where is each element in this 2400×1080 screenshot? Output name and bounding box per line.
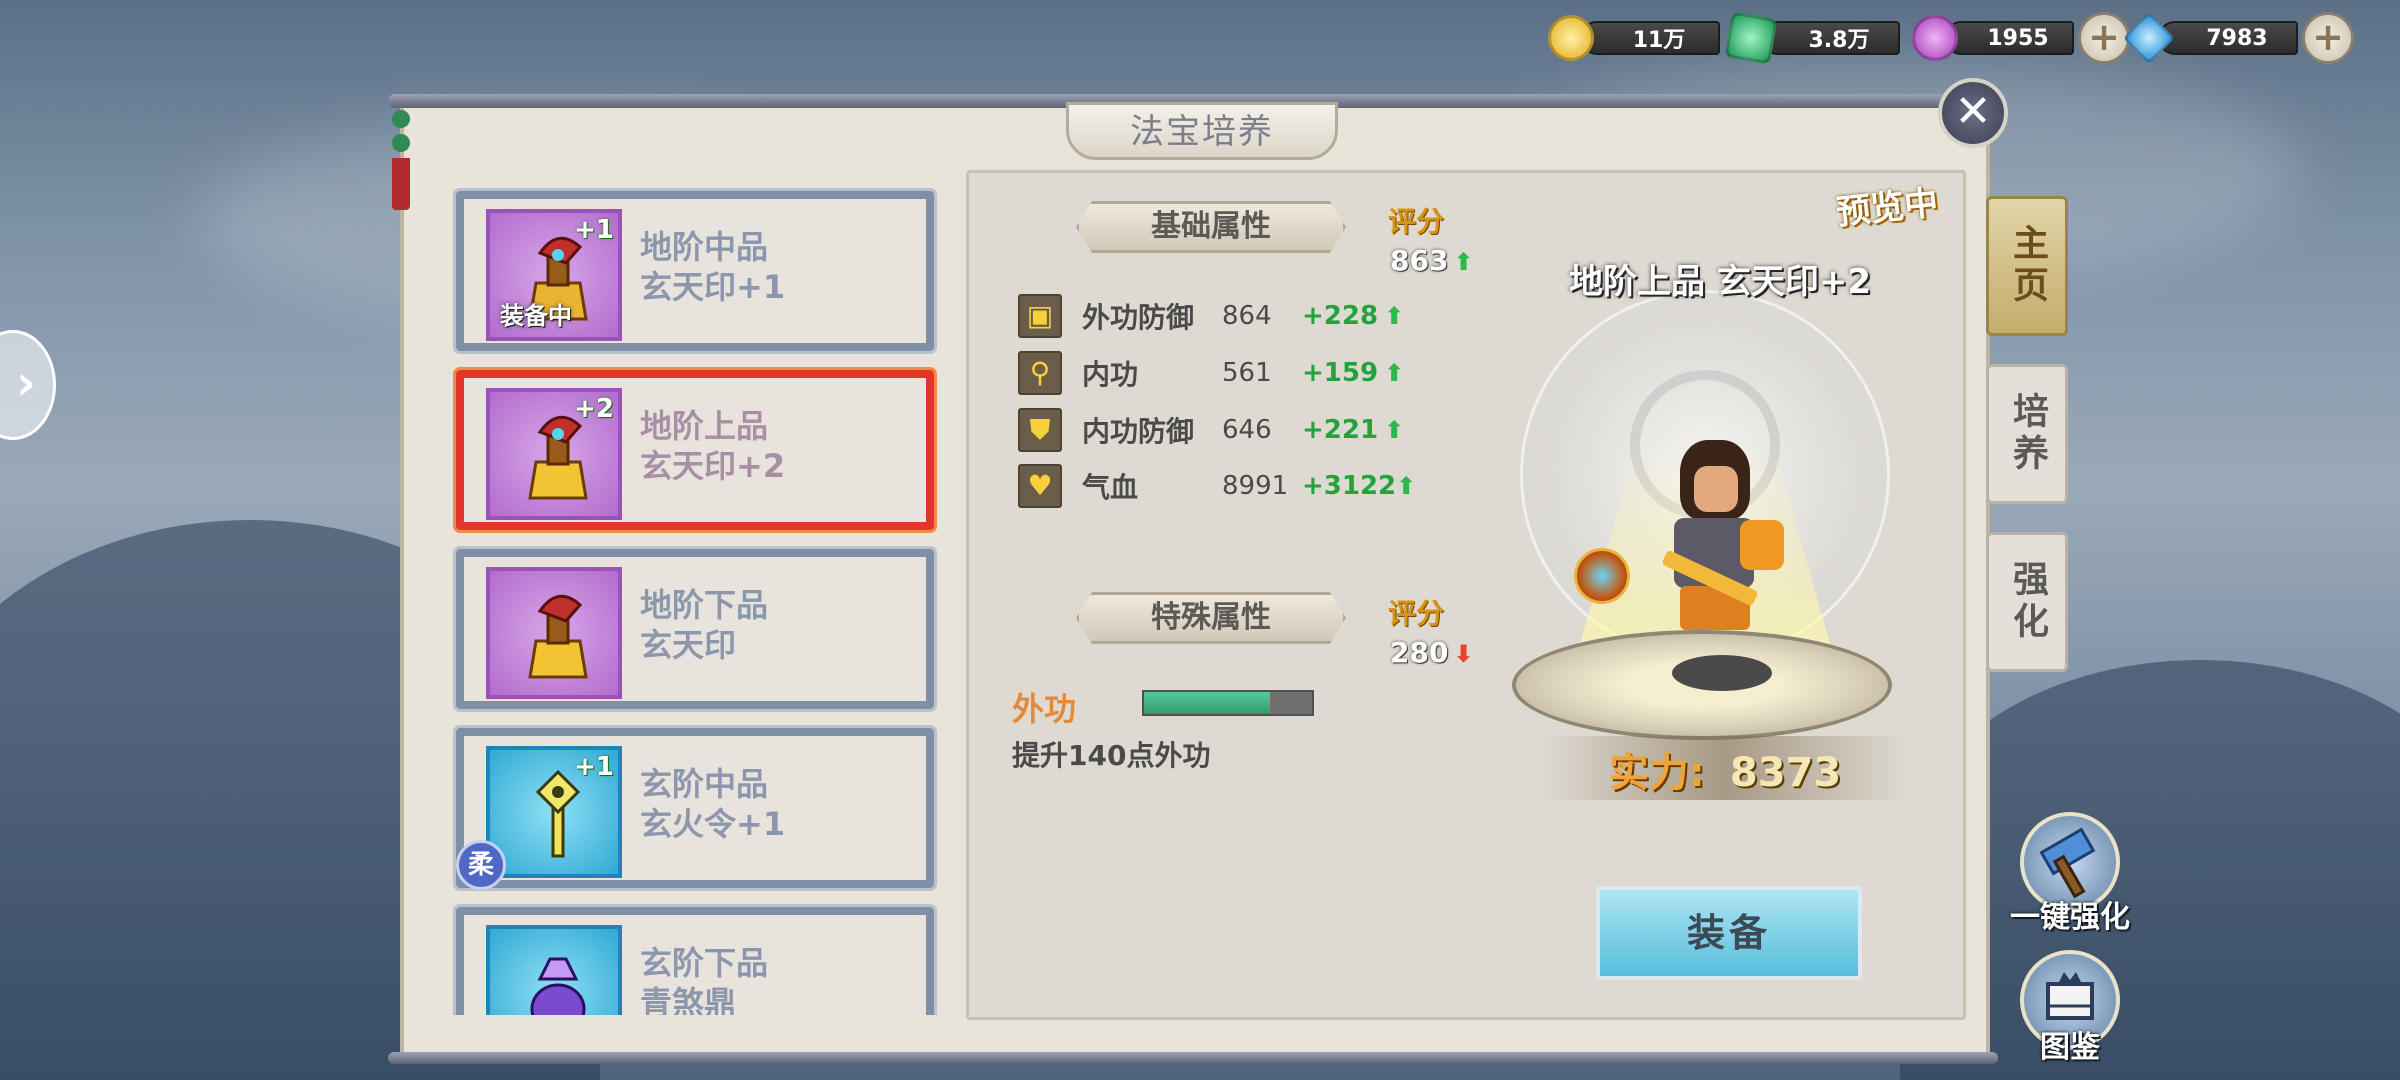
expand-left-button[interactable]: › xyxy=(0,330,56,440)
add-spirit-button[interactable]: + xyxy=(2078,12,2130,64)
arrow-up-icon: ⬆ xyxy=(1453,248,1474,276)
tab-enhance[interactable]: 强化 xyxy=(1986,532,2068,672)
scroll-rod-bottom xyxy=(388,1052,1998,1064)
item-name: 地阶中品 玄天印+1 xyxy=(640,228,786,306)
stat-value: 561 xyxy=(1222,358,1272,388)
preview-title: 地阶上品 玄天印+2 xyxy=(1569,262,1871,302)
token-icon xyxy=(535,770,581,858)
basic-score-label: 评分 xyxy=(1388,205,1445,238)
diamond-icon xyxy=(2122,11,2176,65)
special-score-value: 280 xyxy=(1390,636,1449,669)
panel-title: 法宝培养 xyxy=(1066,102,1338,160)
item-name: 地阶下品 玄天印 xyxy=(640,586,769,664)
stat-bonus: +221 xyxy=(1302,415,1379,445)
stat-value: 8991 xyxy=(1222,471,1289,501)
enhance-level: +1 xyxy=(574,752,614,782)
tassel-decoration xyxy=(392,110,410,226)
cauldron-icon xyxy=(530,957,586,1015)
power-display: 实力: 8373 xyxy=(1560,740,1890,800)
enhance-level: +2 xyxy=(574,394,614,424)
list-item[interactable]: +1 装备中 地阶中品 玄天印+1 xyxy=(453,188,937,354)
hero-character xyxy=(1640,440,1784,630)
equipped-tag: 装备中 xyxy=(500,302,572,330)
stat-row: ♥ 气血 8991 +3122 ⬆ xyxy=(1018,464,1416,508)
jade-icon xyxy=(1724,11,1778,65)
currency-diamond-value: 7983 xyxy=(2158,21,2298,55)
enhance-level: +1 xyxy=(574,215,614,245)
power-label: 实力: xyxy=(1608,750,1705,796)
currency-jade-value: 3.8万 xyxy=(1760,21,1900,55)
arrow-up-icon: ⬆ xyxy=(1384,416,1405,444)
special-score: 280 ⬇ xyxy=(1390,636,1474,669)
basic-attributes-header: 基础属性 xyxy=(1076,201,1346,253)
currency-gold: 11万 xyxy=(1548,14,1720,62)
treasure-thumbnail: +2 xyxy=(486,388,622,520)
list-item[interactable]: 地阶下品 玄天印 xyxy=(453,546,937,712)
tab-home[interactable]: 主页 xyxy=(1986,196,2068,336)
pedestal-center xyxy=(1672,655,1772,691)
currency-diamond: 7983 + xyxy=(2122,11,2354,65)
stat-bonus: +228 xyxy=(1302,301,1379,331)
treasure-thumbnail: +1 xyxy=(486,746,622,878)
currency-spirit: 1955 + xyxy=(1912,12,2130,64)
arrow-up-icon: ⬆ xyxy=(1396,472,1417,500)
special-attribute-desc: 提升140点外功 xyxy=(1012,739,1211,772)
treasure-thumbnail: +1 装备中 xyxy=(486,209,622,341)
currency-jade: 3.8万 xyxy=(1724,11,1900,65)
stat-row: ▣ 外功防御 864 +228 ⬆ xyxy=(1018,294,1404,338)
basic-score-value: 863 xyxy=(1390,244,1449,277)
staff-icon: ⚲ xyxy=(1018,351,1062,395)
stat-value: 646 xyxy=(1222,415,1272,445)
add-diamond-button[interactable]: + xyxy=(2302,12,2354,64)
basic-score: 863 ⬆ xyxy=(1390,244,1474,277)
stat-row: ⚲ 内功 561 +159 ⬆ xyxy=(1018,351,1404,395)
item-name: 地阶上品 玄天印+2 xyxy=(640,407,786,485)
armor-icon: ▣ xyxy=(1018,294,1062,338)
seal-icon xyxy=(528,415,588,500)
treasure-thumbnail xyxy=(486,567,622,699)
treasure-list[interactable]: +1 装备中 地阶中品 玄天印+1 +2 地阶上品 玄天印+2 地阶下品 玄天印… xyxy=(450,175,940,1015)
stat-name: 气血 xyxy=(1082,471,1139,504)
stat-bonus: +159 xyxy=(1302,358,1379,388)
progress-fill xyxy=(1144,692,1270,714)
stat-row: ⛊ 内功防御 646 +221 ⬆ xyxy=(1018,408,1404,452)
currency-gold-value: 11万 xyxy=(1580,21,1720,55)
special-attribute-progress xyxy=(1142,690,1314,716)
stat-value: 864 xyxy=(1222,301,1272,331)
seal-icon xyxy=(528,594,588,679)
tab-cultivate[interactable]: 培养 xyxy=(1986,364,2068,504)
list-item-selected[interactable]: +2 地阶上品 玄天印+2 xyxy=(453,367,937,533)
treasure-thumbnail xyxy=(486,925,622,1015)
stat-name: 外功防御 xyxy=(1082,301,1195,334)
gold-coin-icon xyxy=(1548,15,1594,61)
power-value: 8373 xyxy=(1729,750,1842,796)
special-score-label: 评分 xyxy=(1388,597,1445,630)
heart-icon: ♥ xyxy=(1018,464,1062,508)
stat-name: 内功防御 xyxy=(1082,415,1195,448)
stat-name: 内功 xyxy=(1082,358,1139,391)
stat-bonus: +3122 xyxy=(1302,471,1397,501)
arrow-up-icon: ⬆ xyxy=(1384,302,1405,330)
codex-label: 图鉴 xyxy=(2040,1030,2100,1065)
close-button[interactable]: ✕ xyxy=(1938,78,2008,148)
arrow-down-icon: ⬇ xyxy=(1453,640,1474,668)
treasure-orb-icon xyxy=(1574,548,1630,604)
item-name: 玄阶中品 玄火令+1 xyxy=(640,765,786,843)
currency-spirit-value: 1955 xyxy=(1944,21,2074,55)
element-badge-icon: 柔 xyxy=(456,840,506,890)
one-click-enhance-label: 一键强化 xyxy=(2010,900,2130,935)
arrow-up-icon: ⬆ xyxy=(1384,359,1405,387)
equip-button[interactable]: 装备 xyxy=(1596,886,1862,980)
list-item[interactable]: 玄阶下品 青煞鼎 xyxy=(453,904,937,1015)
list-item[interactable]: +1 柔 玄阶中品 玄火令+1 xyxy=(453,725,937,891)
special-attributes-header: 特殊属性 xyxy=(1076,592,1346,644)
item-name: 玄阶下品 青煞鼎 xyxy=(640,944,769,1015)
shield-icon: ⛊ xyxy=(1018,408,1062,452)
special-attribute-name: 外功 xyxy=(1012,690,1077,728)
spirit-orb-icon xyxy=(1912,15,1958,61)
